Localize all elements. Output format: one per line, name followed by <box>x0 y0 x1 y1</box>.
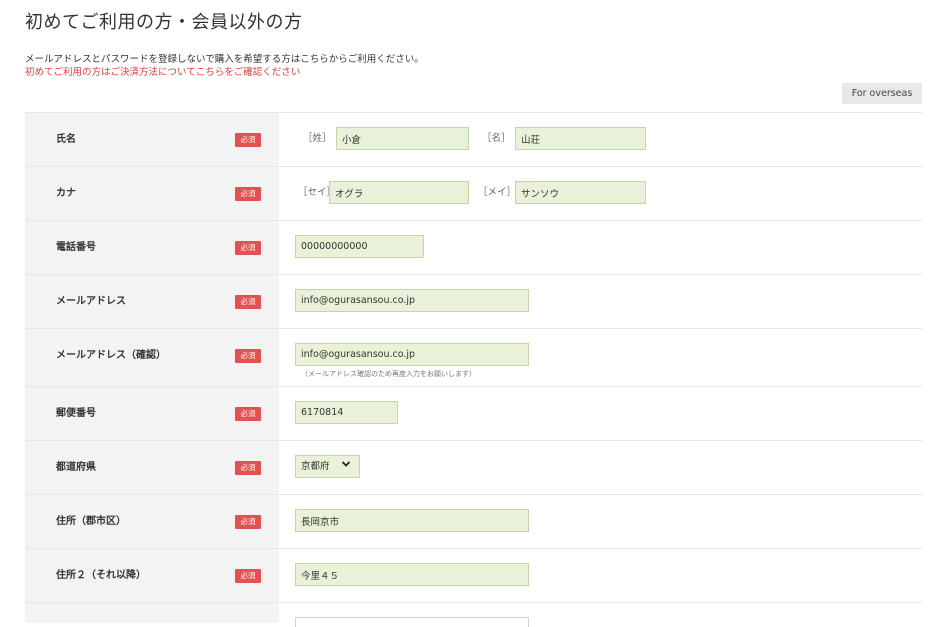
label-cell: 住所２（それ以降） 必須 <box>25 549 279 602</box>
field-cell <box>279 275 922 328</box>
required-badge: 必須 <box>235 515 261 529</box>
label-cell: 住所（郡市区） 必須 <box>25 495 279 548</box>
first-kana-input[interactable] <box>515 181 646 204</box>
notice: メールアドレスとパスワードを登録しないで購入を希望する方はこちらからご利用くださ… <box>25 53 424 79</box>
row-postal: 郵便番号 必須 <box>25 387 922 441</box>
row-name: 氏名 必須 ［姓］ ［名］ <box>25 113 922 167</box>
field-cell <box>279 387 922 440</box>
first-name-input[interactable] <box>515 127 646 150</box>
email-confirm-input[interactable] <box>295 343 529 366</box>
row-address2: 住所２（それ以降） 必須 <box>25 549 922 603</box>
address1-label: 住所（郡市区） <box>56 516 126 527</box>
prefecture-selected-value: 京都府 <box>301 461 330 472</box>
notice-guest: メールアドレスとパスワードを登録しないで購入を希望する方はこちらからご利用くださ… <box>25 54 424 65</box>
last-name-input[interactable] <box>336 127 469 150</box>
email-confirm-hint: （メールアドレス確認のため再度入力をお願いします） <box>301 370 476 378</box>
label-cell: 電話番号 必須 <box>25 221 279 274</box>
row-phone: 電話番号 必須 <box>25 221 922 275</box>
first-name-prefix: ［名］ <box>482 133 511 144</box>
email-confirm-label: メールアドレス（確認） <box>56 350 166 361</box>
name-label: 氏名 <box>56 134 76 145</box>
field-cell <box>279 549 922 602</box>
required-badge: 必須 <box>235 295 261 309</box>
postal-label: 郵便番号 <box>56 408 96 419</box>
phone-input[interactable] <box>295 235 424 258</box>
required-badge: 必須 <box>235 241 261 255</box>
phone-label: 電話番号 <box>56 242 96 253</box>
field-cell <box>279 221 922 274</box>
chevron-down-icon <box>341 461 351 467</box>
required-badge: 必須 <box>235 349 261 363</box>
guest-form: 氏名 必須 ［姓］ ［名］ カナ 必須 ［セイ］ ［メイ］ 電話番号 必須 <box>25 112 922 627</box>
field-cell <box>279 603 922 627</box>
row-prefecture: 都道府県 必須 京都府 <box>25 441 922 495</box>
last-kana-input[interactable] <box>329 181 469 204</box>
address2-label: 住所２（それ以降） <box>56 570 146 581</box>
address2-input[interactable] <box>295 563 529 586</box>
field-cell: 京都府 <box>279 441 922 494</box>
page-title: 初めてご利用の方・会員以外の方 <box>25 12 303 33</box>
label-cell: カナ 必須 <box>25 167 279 220</box>
row-address1: 住所（郡市区） 必須 <box>25 495 922 549</box>
required-badge: 必須 <box>235 133 261 147</box>
required-badge: 必須 <box>235 569 261 583</box>
label-cell: 都道府県 必須 <box>25 441 279 494</box>
kana-label: カナ <box>56 188 76 199</box>
label-cell: メールアドレス 必須 <box>25 275 279 328</box>
field-cell: ［セイ］ ［メイ］ <box>279 167 922 220</box>
prefecture-select[interactable]: 京都府 <box>295 455 360 478</box>
next-field-input[interactable] <box>295 617 529 627</box>
field-cell: （メールアドレス確認のため再度入力をお願いします） <box>279 329 922 386</box>
label-cell: 郵便番号 必須 <box>25 387 279 440</box>
last-name-prefix: ［姓］ <box>303 133 332 144</box>
prefecture-label: 都道府県 <box>56 462 96 473</box>
required-badge: 必須 <box>235 461 261 475</box>
row-email: メールアドレス 必須 <box>25 275 922 329</box>
email-input[interactable] <box>295 289 529 312</box>
required-badge: 必須 <box>235 407 261 421</box>
required-badge: 必須 <box>235 187 261 201</box>
label-cell <box>25 603 279 623</box>
label-cell: メールアドレス（確認） 必須 <box>25 329 279 386</box>
label-cell: 氏名 必須 <box>25 113 279 166</box>
address1-input[interactable] <box>295 509 529 532</box>
first-kana-prefix: ［メイ］ <box>478 187 517 198</box>
for-overseas-button[interactable]: For overseas <box>842 83 922 104</box>
row-kana: カナ 必須 ［セイ］ ［メイ］ <box>25 167 922 221</box>
postal-code-input[interactable] <box>295 401 398 424</box>
row-email-confirm: メールアドレス（確認） 必須 （メールアドレス確認のため再度入力をお願いします） <box>25 329 922 387</box>
notice-payment-link[interactable]: 初めてご利用の方はご決済方法についてこちらをご確認ください <box>25 66 424 79</box>
email-label: メールアドレス <box>56 296 126 307</box>
field-cell: ［姓］ ［名］ <box>279 113 922 166</box>
row-next-partial <box>25 603 922 627</box>
field-cell <box>279 495 922 548</box>
